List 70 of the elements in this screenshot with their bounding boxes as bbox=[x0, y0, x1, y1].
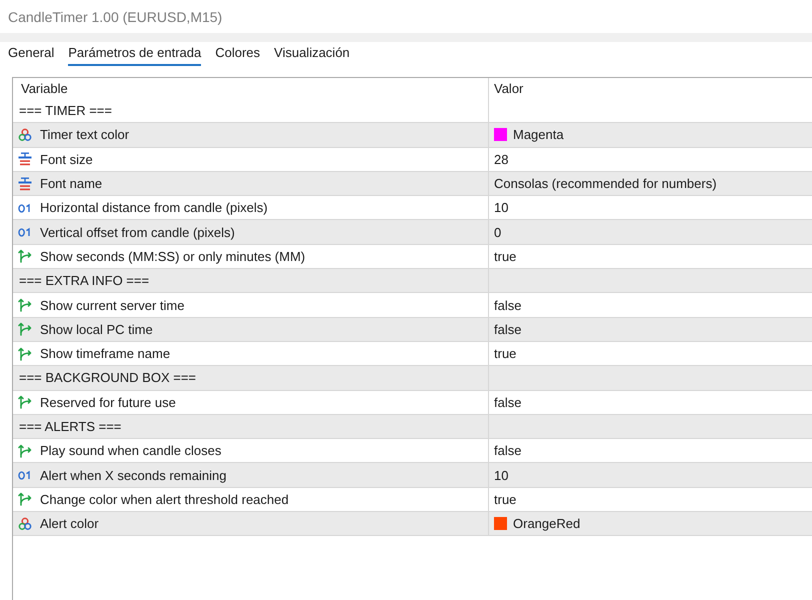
value-text: false bbox=[494, 298, 522, 313]
table-row[interactable]: Timer text color Magenta bbox=[13, 123, 812, 148]
value-text: false bbox=[494, 443, 522, 458]
value-text: false bbox=[494, 322, 522, 337]
variable-name: Alert color bbox=[40, 516, 99, 532]
table-row[interactable]: === ALERTS === bbox=[13, 414, 812, 440]
value-text: 0 bbox=[494, 224, 502, 240]
section-label: === ALERTS === bbox=[18, 419, 122, 434]
variable-name: Vertical offset from candle (pixels) bbox=[40, 224, 235, 240]
window-title: CandleTimer 1.00 (EURUSD,M15) bbox=[8, 8, 222, 24]
table-row[interactable]: === EXTRA INFO === bbox=[13, 269, 812, 294]
value-text: true bbox=[494, 346, 516, 362]
variable-name: Alert when X seconds remaining bbox=[40, 468, 226, 483]
table-row[interactable]: === BACKGROUND BOX === bbox=[13, 366, 812, 391]
text-lines-icon bbox=[18, 152, 32, 166]
number-icon bbox=[18, 468, 32, 482]
variable-name: Font name bbox=[40, 176, 102, 192]
branch-arrow-icon bbox=[18, 444, 32, 458]
section-label: === EXTRA INFO === bbox=[18, 273, 150, 288]
value-text: OrangeRed bbox=[513, 516, 580, 532]
value-text: true bbox=[494, 248, 516, 264]
value-text: Consolas (recommended for numbers) bbox=[494, 176, 717, 192]
variable-name: Reserved for future use bbox=[40, 394, 176, 410]
table-row[interactable]: Show current server time false bbox=[13, 293, 812, 318]
branch-arrow-icon bbox=[18, 395, 32, 410]
table-row[interactable]: Alert when X seconds remaining 10 bbox=[13, 463, 812, 488]
branch-arrow-icon bbox=[18, 346, 32, 361]
tab[interactable]: General bbox=[8, 42, 54, 66]
color-rings-icon bbox=[18, 516, 32, 531]
table-row[interactable]: Show seconds (MM:SS) or only minutes (MM) true bbox=[13, 244, 812, 270]
value-text: 10 bbox=[494, 468, 508, 483]
tab[interactable]: Parámetros de entrada bbox=[68, 42, 202, 66]
table-row[interactable]: Alert color OrangeRed bbox=[13, 512, 812, 536]
table-row[interactable]: Show local PC time false bbox=[13, 318, 812, 342]
tab[interactable]: Visualización bbox=[274, 42, 350, 66]
section-label: === TIMER === bbox=[18, 103, 112, 118]
variable-name: Font size bbox=[40, 152, 93, 167]
variable-name: Play sound when candle closes bbox=[40, 443, 222, 458]
value-text: 10 bbox=[494, 200, 508, 216]
branch-arrow-icon bbox=[18, 298, 32, 312]
text-lines-icon bbox=[18, 176, 32, 191]
table-row[interactable]: === TIMER === bbox=[13, 99, 812, 124]
branch-arrow-icon bbox=[18, 322, 32, 336]
value-text: false bbox=[494, 394, 522, 410]
branch-arrow-icon bbox=[18, 492, 32, 506]
variable-name: Timer text color bbox=[40, 127, 130, 142]
table-row[interactable]: Change color when alert threshold reached true bbox=[13, 488, 812, 512]
column-header: Variable bbox=[21, 81, 68, 96]
variable-name: Show timeframe name bbox=[40, 346, 170, 362]
table-row[interactable]: Horizontal distance from candle (pixels) 10 bbox=[13, 196, 812, 220]
variable-name: Change color when alert threshold reached bbox=[40, 492, 289, 507]
value-text: 28 bbox=[494, 152, 508, 167]
value-text: true bbox=[494, 492, 516, 507]
variable-name: Show seconds (MM:SS) or only minutes (MM) bbox=[40, 248, 306, 264]
table-row[interactable]: Reserved for future use false bbox=[13, 390, 812, 415]
variable-name: Show local PC time bbox=[40, 322, 153, 337]
column-header: Valor bbox=[494, 81, 524, 96]
variable-name: Horizontal distance from candle (pixels) bbox=[40, 200, 268, 216]
value-text: Magenta bbox=[513, 127, 564, 142]
table-row[interactable]: Font name Consolas (recommended for numbers) bbox=[13, 172, 812, 196]
branch-arrow-icon bbox=[18, 249, 32, 264]
table-row[interactable]: Play sound when candle closes false bbox=[13, 439, 812, 464]
table-row[interactable]: Show timeframe name true bbox=[13, 342, 812, 366]
tab[interactable]: Colores bbox=[215, 42, 260, 66]
section-label: === BACKGROUND BOX === bbox=[18, 370, 196, 386]
table-row[interactable]: Vertical offset from candle (pixels) 0 bbox=[13, 220, 812, 245]
color-rings-icon bbox=[18, 128, 32, 142]
number-icon bbox=[18, 225, 32, 240]
variable-name: Show current server time bbox=[40, 298, 184, 313]
table-row[interactable]: Font size 28 bbox=[13, 148, 812, 172]
